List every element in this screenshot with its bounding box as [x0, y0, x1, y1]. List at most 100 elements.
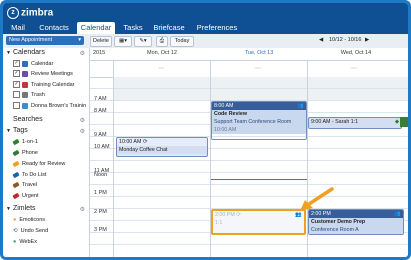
event-customer-demo-prep[interactable]: 2:00 PM 👥 Customer Demo Prep Conference R… [308, 209, 404, 235]
calendar-item-review-meetings[interactable]: ✓ Review Meetings [13, 70, 73, 78]
hour-line [90, 196, 408, 197]
collapse-arrow-icon[interactable]: ▼ [6, 206, 11, 212]
calendar-icon [22, 70, 28, 77]
undo-send-icon: ⟲ [13, 228, 18, 234]
more-icon[interactable]: ⋯ [351, 65, 357, 72]
tag-icon: ◆ [394, 119, 399, 125]
calendar-icon [22, 60, 28, 67]
attendees-icon: 👥 [394, 211, 401, 217]
hour-label: 2 PM [94, 209, 107, 215]
calendar-item-shared[interactable]: Donna Brown's Trainin [13, 102, 86, 110]
today-button[interactable]: Today [170, 36, 194, 47]
day-header-mon[interactable]: Mon, Oct 12 [114, 50, 210, 56]
tag-item-travel[interactable]: Travel [12, 181, 37, 189]
checkbox[interactable] [13, 102, 20, 110]
hour-line [90, 160, 408, 161]
app-tabs: Mail Contacts Calendar Tasks Briefcase P… [3, 22, 408, 34]
print-menu-button[interactable]: ▦▾ [114, 36, 132, 47]
day-header-wed[interactable]: Wed, Oct 14 [308, 50, 404, 56]
all-day-row[interactable]: ⋯ ⋯ ⋯ [90, 60, 408, 78]
week-view: 2015 Mon, Oct 12 Tue, Oct 13 Wed, Oct 14… [90, 48, 408, 257]
gear-icon[interactable]: ⚙ [80, 117, 85, 124]
zimlet-item-emoticons[interactable]: ● Emoticons [13, 216, 45, 224]
checkbox[interactable]: ✓ [13, 60, 20, 68]
checkbox[interactable]: ✓ [13, 81, 20, 89]
zimlet-item-undo-send[interactable]: ⟲ Undo Send [13, 227, 48, 235]
column-separator [113, 60, 114, 257]
tag-item-to-do-list[interactable]: To Do List [12, 171, 46, 179]
tag-icon [12, 138, 20, 145]
print-button[interactable]: ⎙ [156, 36, 168, 47]
event-sarah-1on1[interactable]: 9:00 AM - Sarah 1:1 ◆ [308, 117, 402, 129]
new-appointment-button[interactable]: New Appointment ▾ [6, 36, 84, 45]
zimbra-logo[interactable]: z zimbra [7, 7, 53, 19]
date-range: 10/12 - 10/16 [329, 37, 362, 43]
calendar-item-calendar[interactable]: ✓ Calendar [13, 60, 53, 68]
calendar-item-trash[interactable]: Trash [13, 91, 45, 99]
tag-icon: ✎ [139, 38, 144, 44]
hour-label: 9 AM [94, 132, 107, 138]
hour-label: 3 PM [94, 227, 107, 233]
tag-icon [12, 192, 20, 199]
printer-icon: ⎙ [159, 38, 165, 44]
event-code-review[interactable]: 8:00 AM 👥 Code Review Support Team Confer… [211, 101, 307, 140]
tags-section-header[interactable]: ▼ Tags [6, 127, 28, 134]
tag-item-ready-for-review[interactable]: Ready for Review [12, 160, 65, 168]
gear-icon[interactable]: ⚙ [80, 128, 85, 135]
tab-briefcase[interactable]: Briefcase [151, 22, 187, 34]
tag-icon [12, 181, 20, 188]
attendees-icon: 👥 [295, 212, 302, 218]
checkbox[interactable]: ✓ [13, 70, 20, 78]
next-week-button[interactable]: ▶ [365, 37, 369, 43]
current-time-line [211, 179, 308, 180]
zimbra-logo-icon: z [7, 7, 19, 19]
app-window: z zimbra Mail Contacts Calendar Tasks Bri… [0, 0, 411, 260]
hour-label: 7 AM [94, 96, 107, 102]
hour-line [90, 244, 408, 245]
header-bar: z zimbra Mail Contacts Calendar Tasks Bri… [3, 3, 408, 34]
tab-contacts[interactable]: Contacts [34, 22, 74, 34]
tag-item-urgent[interactable]: Urgent [12, 192, 39, 200]
tag-marker [400, 117, 408, 127]
prev-week-button[interactable]: ◀ [319, 37, 323, 43]
hour-line [90, 184, 408, 185]
tab-calendar[interactable]: Calendar [77, 22, 115, 34]
hour-label: Noon [94, 172, 108, 178]
calendars-section-header[interactable]: ▼ Calendars [6, 49, 45, 56]
more-icon[interactable]: ⋯ [158, 65, 164, 72]
hour-label: 10 AM [94, 144, 110, 150]
delete-button[interactable]: Delete [90, 36, 112, 47]
tag-icon [12, 149, 20, 156]
year-label: 2015 [93, 50, 106, 56]
tag-item-phone[interactable]: Phone [12, 149, 38, 157]
tab-tasks[interactable]: Tasks [120, 22, 146, 34]
event-drag-preview[interactable]: 2:00 PM ⟳ 👥 1:1 [211, 209, 306, 235]
calendar-item-training[interactable]: ✓ Training Calendar [13, 81, 75, 89]
recurring-icon: ⟳ [236, 212, 241, 218]
more-icon[interactable]: ⋯ [255, 65, 261, 72]
emoticons-icon: ● [13, 217, 17, 223]
hour-line [90, 172, 408, 173]
hour-label: 8 AM [94, 108, 107, 114]
collapse-arrow-icon[interactable]: ▼ [6, 50, 11, 56]
hour-label: 1 PM [94, 190, 107, 196]
trash-icon [22, 91, 28, 98]
gear-icon[interactable]: ⚙ [80, 206, 85, 213]
attendees-icon: 👥 [297, 103, 304, 109]
tab-mail[interactable]: Mail [5, 22, 31, 34]
shared-calendar-icon [22, 102, 28, 109]
zimlets-section-header[interactable]: ▼ Zimlets [6, 205, 36, 212]
chevron-down-icon[interactable]: ▾ [78, 36, 81, 45]
tag-menu-button[interactable]: ✎▾ [134, 36, 152, 47]
event-monday-coffee-chat[interactable]: 10:00 AM ⟳ Monday Coffee Chat [116, 137, 208, 157]
calendar-icon [22, 81, 28, 88]
toolbar: New Appointment ▾ Delete ▦▾ ✎▾ ⎙ Today ◀… [3, 34, 408, 49]
tag-item-1on1[interactable]: 1-on-1 [12, 138, 38, 146]
day-header-tue[interactable]: Tue, Oct 13 [211, 50, 307, 56]
searches-section-header[interactable]: Searches [13, 116, 43, 123]
checkbox[interactable] [13, 91, 20, 99]
tab-preferences[interactable]: Preferences [193, 22, 241, 34]
zimlet-item-webex[interactable]: ● WebEx [13, 238, 37, 246]
collapse-arrow-icon[interactable]: ▼ [6, 128, 11, 134]
gear-icon[interactable]: ⚙ [80, 50, 85, 57]
